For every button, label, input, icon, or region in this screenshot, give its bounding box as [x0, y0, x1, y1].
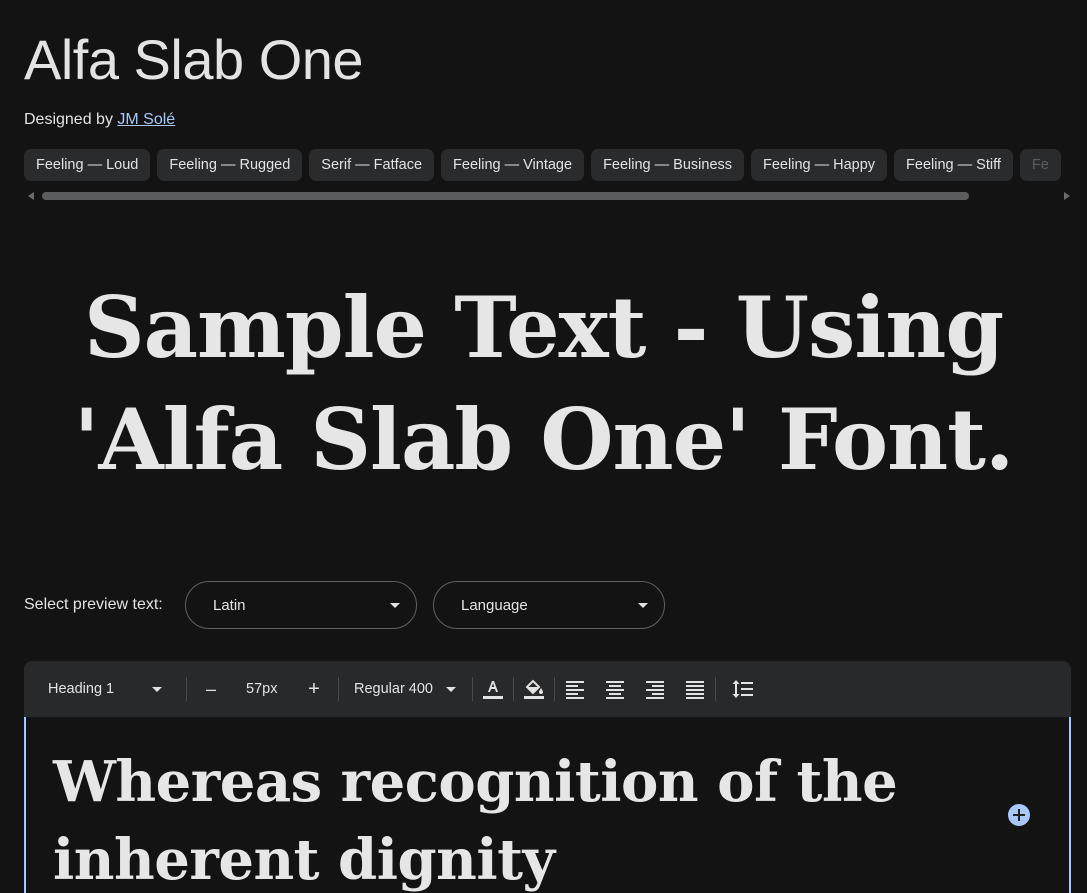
align-justify-icon[interactable]	[683, 677, 707, 701]
line-height-icon[interactable]	[731, 677, 755, 701]
tag-chip[interactable]: Feeling — Stiff	[894, 149, 1013, 181]
weight-select[interactable]: Regular 400	[354, 661, 464, 717]
toolbar-divider	[554, 677, 555, 701]
sample-line: Sample Text - Using	[83, 278, 1004, 377]
tag-scrollbar[interactable]	[26, 190, 1072, 202]
toolbar-divider	[338, 677, 339, 701]
align-center-icon[interactable]	[603, 677, 627, 701]
font-size-text: 57px	[246, 681, 278, 697]
decrease-size-button[interactable]: –	[202, 661, 220, 717]
highlight-color-icon[interactable]	[522, 677, 546, 701]
text-color-icon[interactable]	[481, 677, 505, 701]
tag-chip[interactable]: Feeling — Loud	[24, 149, 151, 181]
style-select[interactable]: Heading 1	[48, 661, 168, 717]
scroll-left-icon[interactable]	[28, 192, 34, 200]
chevron-down-icon	[446, 687, 456, 692]
font-title: Alfa Slab One	[24, 28, 364, 91]
font-specimen-page: Alfa Slab One Designed by JM Solé Feelin…	[0, 0, 1087, 893]
increase-size-button[interactable]: +	[304, 661, 324, 717]
weight-select-value: Regular 400	[354, 681, 433, 697]
scroll-right-icon[interactable]	[1064, 192, 1070, 200]
toolbar-divider	[472, 677, 473, 701]
script-select[interactable]: Latin	[185, 581, 417, 629]
align-right-icon[interactable]	[643, 677, 667, 701]
script-select-value: Latin	[213, 597, 246, 614]
designed-by-label: Designed by	[24, 111, 113, 128]
toolbar-divider	[513, 677, 514, 701]
preview-text-label: Select preview text:	[24, 596, 163, 613]
preview-editor[interactable]: Whereas recognition of the inherent dign…	[24, 717, 1071, 893]
scroll-thumb[interactable]	[42, 192, 969, 200]
toolbar-divider	[715, 677, 716, 701]
language-select[interactable]: Language	[433, 581, 665, 629]
add-icon[interactable]	[1008, 804, 1030, 826]
language-select-value: Language	[461, 597, 528, 614]
tag-chip[interactable]: Serif — Fatface	[309, 149, 435, 181]
font-size-value[interactable]: 57px	[246, 661, 277, 717]
tag-chip[interactable]: Feeling — Rugged	[157, 149, 303, 181]
tag-chip[interactable]: Feeling — Vintage	[441, 149, 585, 181]
align-left-icon[interactable]	[563, 677, 587, 701]
tag-chip[interactable]: Feeling — Business	[591, 149, 745, 181]
plus-icon: +	[308, 677, 320, 700]
sample-line: 'Alfa Slab One' Font.	[73, 390, 1014, 489]
chevron-down-icon	[390, 603, 400, 608]
style-select-value: Heading 1	[48, 681, 115, 697]
tag-list: Feeling — Loud Feeling — Rugged Serif — Fa…	[24, 149, 1087, 182]
chevron-down-icon	[152, 687, 162, 692]
tag-chip[interactable]: Fe	[1019, 149, 1061, 181]
toolbar-divider	[186, 677, 187, 701]
minus-icon: –	[205, 678, 216, 699]
text-toolbar: Heading 1 – 57px + Regular 400	[24, 661, 1071, 717]
chevron-down-icon	[638, 603, 648, 608]
editor-text[interactable]: Whereas recognition of the inherent dign…	[53, 743, 973, 893]
tag-chip[interactable]: Feeling — Happy	[751, 149, 888, 181]
designer-line: Designed by JM Solé	[24, 111, 175, 129]
sample-text: Sample Text - Using 'Alfa Slab One' Font…	[20, 272, 1067, 496]
designer-link[interactable]: JM Solé	[117, 111, 175, 128]
